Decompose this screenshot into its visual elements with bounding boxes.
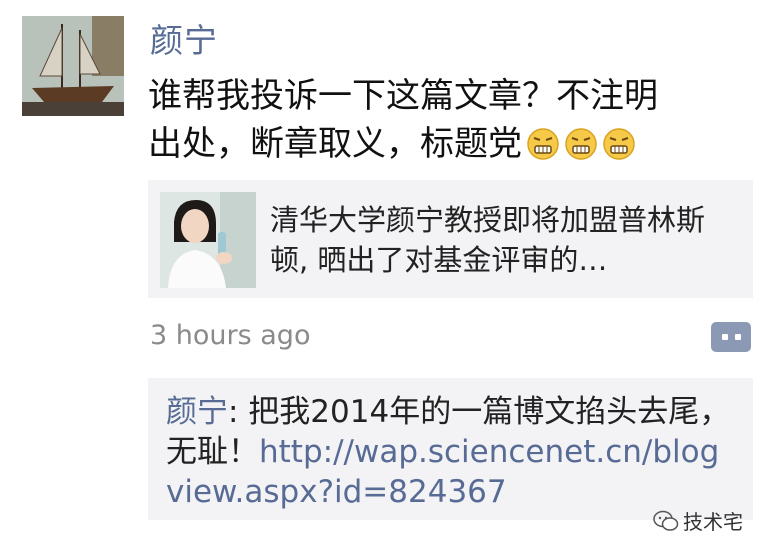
grimace-emoji-icon [565,128,597,160]
post-author-name[interactable]: 颜宁 [150,14,218,62]
post-text-line-2: 出处，断章取义，标题党 [148,120,738,168]
wechat-icon [653,510,679,531]
comment-author[interactable]: 颜宁 [166,394,228,430]
comment-icon-dot [735,334,741,340]
shared-article-thumbnail [160,192,256,288]
grimace-emoji-icon [603,128,635,160]
shared-article-card[interactable]: 清华大学颜宁教授即将加盟普林斯顿, 晒出了对基金评审的… [148,180,753,298]
shared-article-title: 清华大学颜宁教授即将加盟普林斯顿, 晒出了对基金评审的… [270,203,706,277]
grimace-emoji-icon [527,128,559,160]
post-text: 谁帮我投诉一下这篇文章？不注明 出处，断章取义，标题党 [148,72,738,168]
moments-post: 颜宁 谁帮我投诉一下这篇文章？不注明 出处，断章取义，标题党 清华大学颜宁教授即… [0,0,775,550]
comment-separator: : [228,394,249,430]
post-timestamp: 3 hours ago [150,320,311,351]
ship-model-image [22,16,124,116]
avatar[interactable] [22,16,124,116]
watermark-label: 技术宅 [683,510,743,534]
watermark: 技术宅 [653,506,743,535]
comment-section: 颜宁: 把我2014年的一篇博文掐头去尾，无耻！http://wap.scien… [148,378,753,520]
comment-button[interactable] [711,322,751,352]
person-photo-image [160,192,256,288]
comment-icon-dot [722,334,728,340]
post-text-line-1: 谁帮我投诉一下这篇文章？不注明 [148,76,658,116]
post-text-line-2-content: 出处，断章取义，标题党 [148,124,522,164]
comment-item[interactable]: 颜宁: 把我2014年的一篇博文掐头去尾，无耻！http://wap.scien… [166,392,735,512]
